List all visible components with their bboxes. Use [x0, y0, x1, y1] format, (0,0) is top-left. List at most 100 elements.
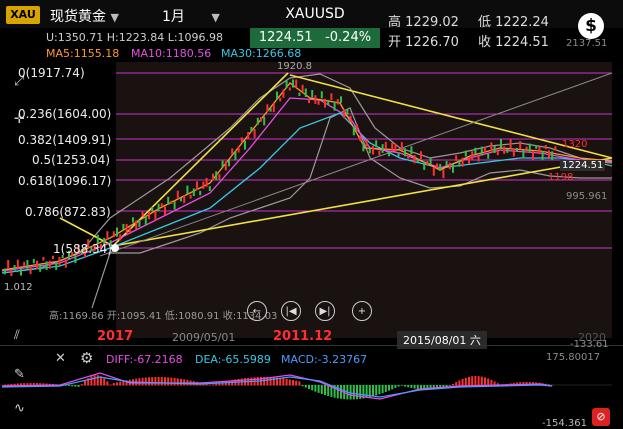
candle [276, 91, 278, 100]
high-label: 高 [388, 15, 402, 30]
candle [164, 206, 166, 216]
time-2011: 2011.12 [273, 329, 333, 344]
candle [554, 146, 557, 151]
macd-bar [106, 381, 109, 386]
candle [224, 161, 227, 171]
candle [423, 161, 426, 170]
candle [346, 108, 349, 115]
macd-bar [74, 385, 77, 387]
macd-bar [173, 377, 176, 386]
macd-bar [314, 385, 317, 392]
prev-button[interactable]: ← [247, 301, 267, 321]
candle [263, 116, 266, 126]
candle [484, 146, 486, 154]
candle [343, 109, 346, 119]
high-quote: 高 1229.02 [388, 11, 459, 30]
close-value: 1224.51 [495, 35, 549, 50]
macd-bar [413, 385, 416, 389]
macd-bar [269, 377, 272, 386]
macd-bar [477, 376, 480, 386]
price-chart[interactable]: 1920.8 [0, 58, 623, 343]
symbol-name: 现货黄金 [50, 9, 106, 25]
candle [32, 258, 35, 264]
candle [477, 156, 480, 162]
candle [327, 99, 330, 105]
chevron-down-icon: ▼ [110, 11, 119, 24]
fib-label-0236: 0.236(1604.00) [18, 107, 112, 121]
macd-bar [224, 381, 227, 386]
macd-bar [154, 377, 157, 386]
candle [455, 155, 458, 161]
candle [205, 177, 208, 187]
candle [340, 96, 342, 103]
candle [266, 104, 269, 112]
candle [548, 150, 550, 158]
dollar-icon[interactable]: $ [578, 13, 604, 39]
ohl-legend: U:1350.71 H:1223.84 L:1096.98 [46, 31, 224, 44]
candle [116, 227, 118, 237]
level-1198: 1198 [548, 172, 574, 183]
candle [282, 89, 285, 98]
macd-bar [400, 385, 403, 386]
candle [480, 146, 483, 156]
macd-bar [452, 383, 454, 386]
macd-bar [416, 385, 419, 389]
candle [253, 129, 256, 138]
candle [368, 148, 371, 154]
candle [525, 146, 528, 150]
last-button[interactable]: ▶| [315, 301, 335, 321]
macd-bar [448, 385, 451, 386]
ticker-title: XAUUSD [285, 6, 345, 22]
macd-bar [112, 383, 115, 386]
candle [202, 181, 205, 189]
zoom-button[interactable]: + [352, 301, 372, 321]
candle [535, 145, 538, 149]
candle [375, 140, 378, 148]
macd-bar [71, 385, 74, 387]
macd-bar [327, 385, 330, 397]
candle [532, 151, 534, 160]
candle [272, 103, 275, 112]
anchor-point[interactable] [111, 244, 119, 252]
candle [391, 142, 394, 152]
macd-bar [109, 384, 112, 386]
macd-bar [378, 385, 381, 395]
macd-bar [292, 380, 294, 386]
candle [317, 100, 320, 105]
macd-bar [394, 385, 397, 388]
candle [458, 160, 461, 167]
period-selector[interactable]: 1月 ▼ [162, 6, 220, 26]
open-value: 1226.70 [405, 35, 459, 50]
candle [45, 261, 48, 270]
candle [208, 186, 211, 191]
macd-bar [285, 378, 288, 386]
candle [4, 268, 6, 275]
symbol-selector[interactable]: 现货黄金 ▼ [50, 6, 119, 26]
candle [442, 169, 445, 179]
candle [151, 207, 154, 212]
macd-bar [119, 381, 122, 386]
fib-label-0: 0(1917.74) [18, 66, 85, 80]
candle [279, 97, 282, 102]
candle [429, 157, 432, 165]
macd-bar [352, 385, 355, 400]
candle [516, 147, 518, 152]
macd-bar [141, 377, 144, 386]
current-price: 1224.51 [258, 30, 313, 45]
first-button[interactable]: |◀ [281, 301, 301, 321]
macd-bar [77, 385, 80, 387]
macd-top: 175.80017 [546, 352, 601, 363]
candle [218, 174, 221, 180]
macd-bar [282, 378, 285, 386]
macd-bar [90, 376, 93, 386]
level-995: 995.961 [566, 191, 608, 202]
macd-bar [295, 380, 298, 386]
macd-bar [375, 385, 378, 396]
candle [356, 124, 358, 131]
close-icon[interactable]: ✕ [55, 351, 66, 366]
macd-bar [279, 378, 282, 386]
macd-bar [349, 385, 352, 400]
candle [173, 201, 176, 210]
candle [378, 150, 381, 156]
candle [237, 146, 240, 153]
